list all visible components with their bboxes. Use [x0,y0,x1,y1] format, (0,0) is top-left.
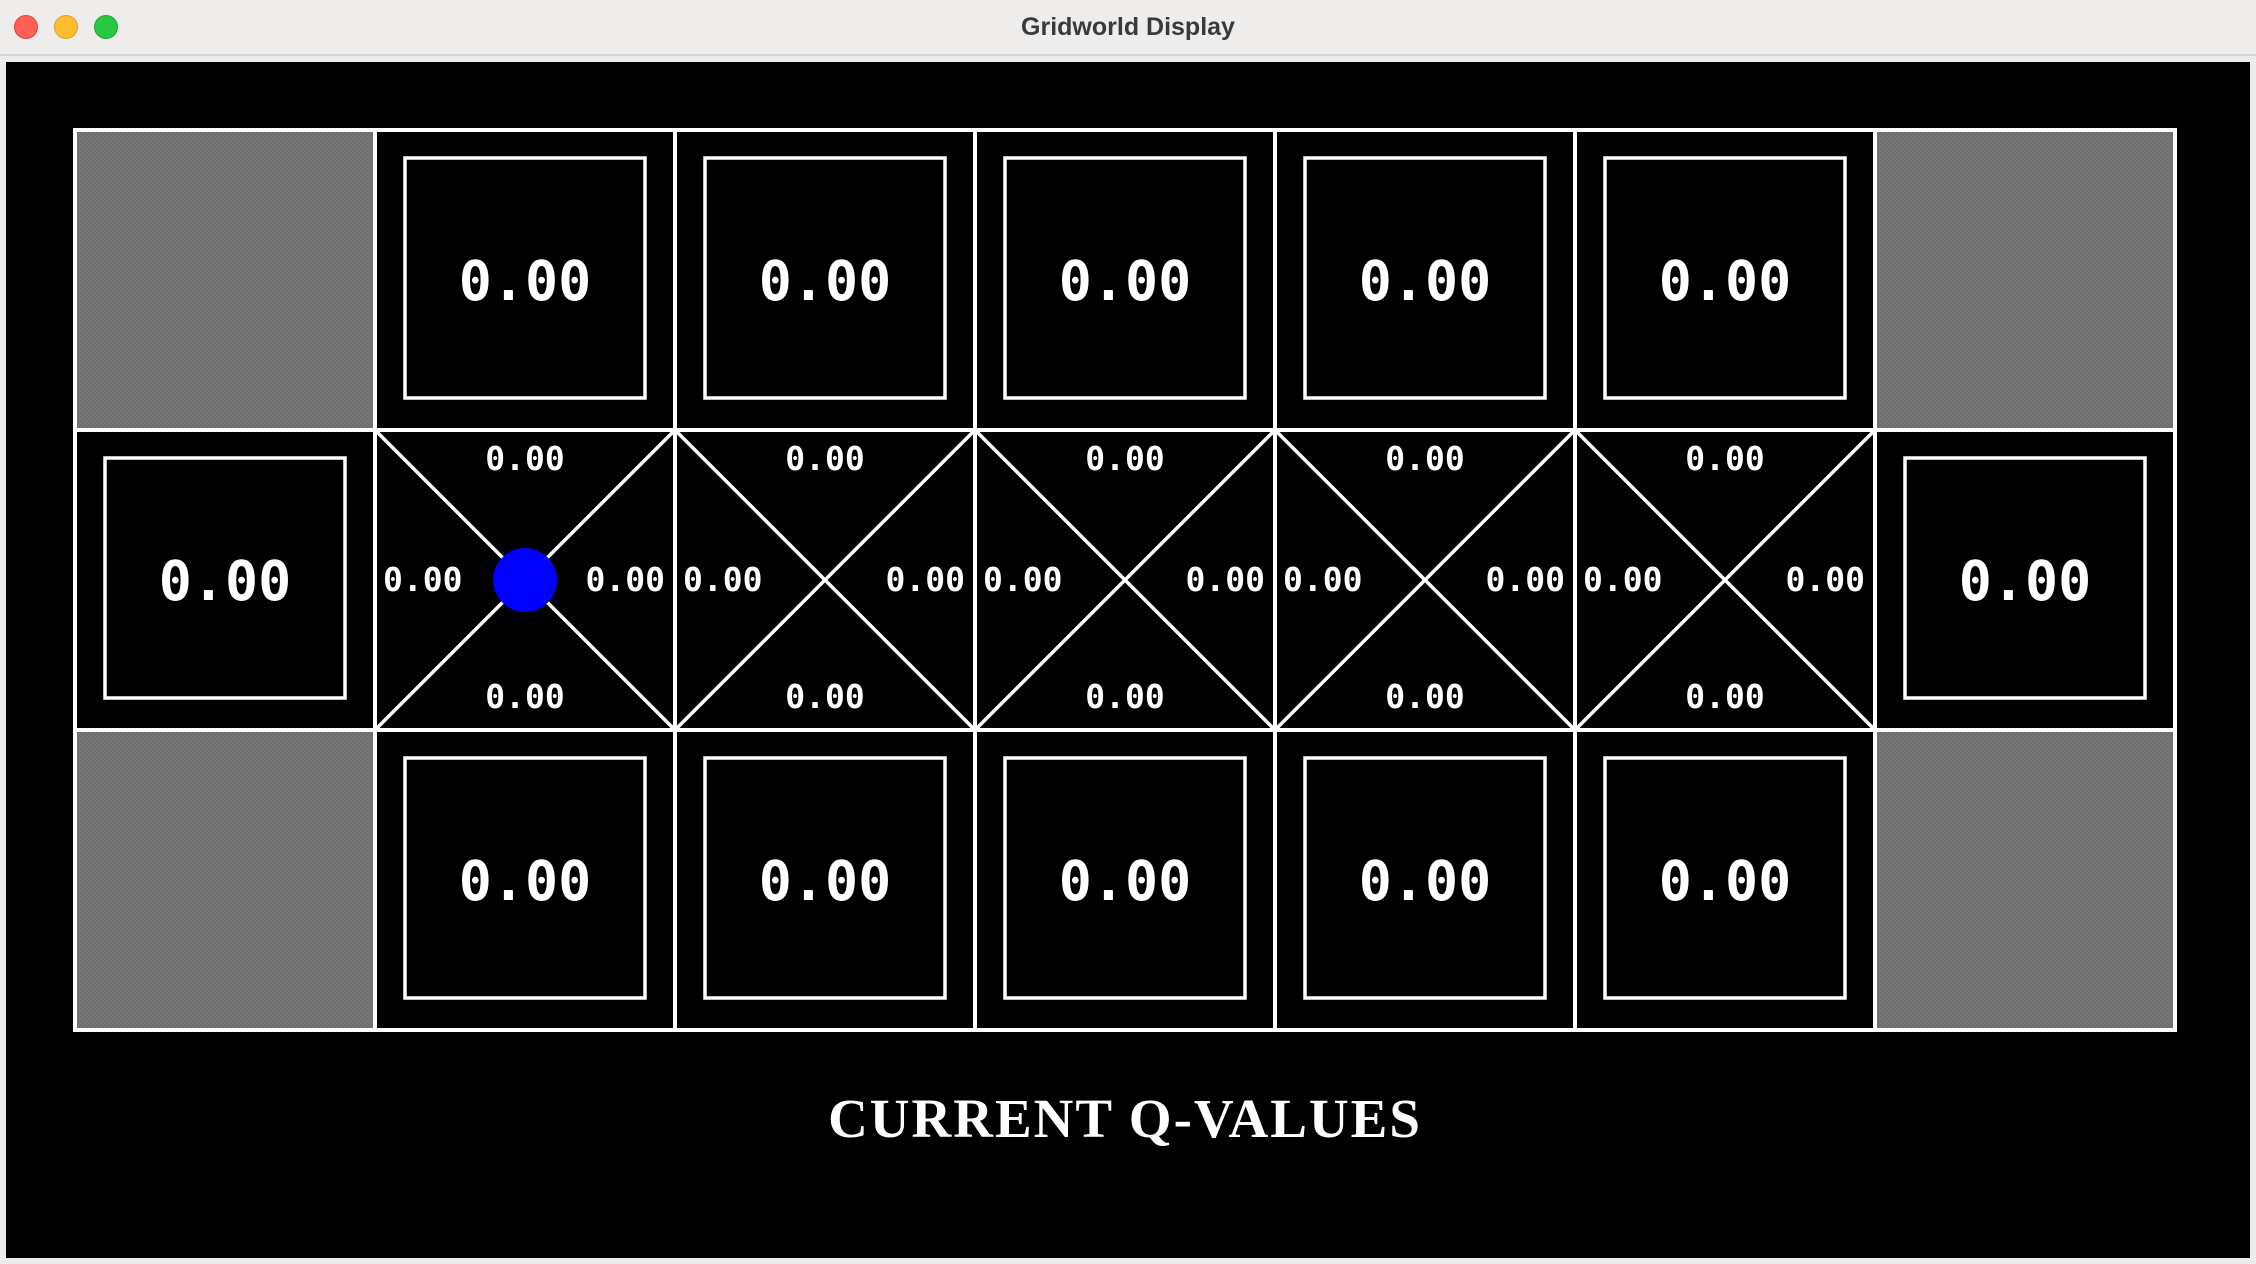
q-value-south: 0.00 [1085,677,1164,716]
q-value-south: 0.00 [485,677,564,716]
wall-cell [1873,128,2177,432]
q-value-north: 0.00 [1085,439,1164,478]
state-value-label: 0.00 [1359,249,1491,313]
state-value-label: 0.00 [759,249,891,313]
grid-cell-r0-c6 [1873,128,2177,432]
grid-cell-r1-c4: 0.00 0.00 0.00 0.00 [1273,428,1577,732]
q-value-north: 0.00 [1685,439,1764,478]
q-value-north: 0.00 [485,439,564,478]
grid-cell-r0-c0 [73,128,377,432]
state-value-label: 0.00 [1959,549,2091,613]
state-value-label: 0.00 [1059,249,1191,313]
grid-cell-r0-c5: 0.00 [1573,128,1877,432]
caption-current-q-values: CURRENT Q-VALUES [828,1088,1422,1149]
grid-cell-r1-c2: 0.00 0.00 0.00 0.00 [673,428,977,732]
q-value-west: 0.00 [1283,560,1362,599]
grid-cell-r0-c2: 0.00 [673,128,977,432]
state-value-label: 0.00 [1659,849,1791,913]
q-value-west: 0.00 [1583,560,1662,599]
grid-cell-r2-c6 [1873,728,2177,1032]
q-value-east: 0.00 [886,560,965,599]
grid-cell-r2-c3: 0.00 [973,728,1277,1032]
agent-marker [493,548,557,612]
grid-cell-r2-c5: 0.00 [1573,728,1877,1032]
q-value-west: 0.00 [383,560,462,599]
state-value-label: 0.00 [459,849,591,913]
grid-cell-r0-c1: 0.00 [373,128,677,432]
wall-cell [1873,728,2177,1032]
q-value-west: 0.00 [683,560,762,599]
state-value-label: 0.00 [159,549,291,613]
q-value-east: 0.00 [1786,560,1865,599]
q-value-south: 0.00 [785,677,864,716]
wall-cell [73,728,377,1032]
grid-cell-r2-c0 [73,728,377,1032]
q-value-south: 0.00 [1685,677,1764,716]
gridworld-board: 0.00 0.00 0.00 0.00 0.000.000.000.000.00 0.00… [73,128,2177,1149]
grid-cell-r0-c3: 0.00 [973,128,1277,432]
gridworld-canvas: 0.00 0.00 0.00 0.00 0.00 0.00 0.00 0.00 0.00 0.00… [6,62,2250,1258]
grid-cell-r1-c6: 0.00 [1873,428,2177,732]
state-value-label: 0.00 [1659,249,1791,313]
grid-cell-r0-c4: 0.00 [1273,128,1577,432]
q-value-north: 0.00 [785,439,864,478]
state-value-label: 0.00 [459,249,591,313]
q-value-south: 0.00 [1385,677,1464,716]
grid-cell-r2-c2: 0.00 [673,728,977,1032]
state-value-label: 0.00 [759,849,891,913]
grid-cell-r1-c1: 0.00 0.00 0.00 0.00 [373,428,677,732]
q-value-west: 0.00 [983,560,1062,599]
state-value-label: 0.00 [1359,849,1491,913]
grid-cell-r2-c1: 0.00 [373,728,677,1032]
gridworld-window: Gridworld Display 0.00 0.00 0.00 0.00 0.00 0.… [0,0,2256,1264]
grid-cell-r1-c5: 0.00 0.00 0.00 0.00 [1573,428,1877,732]
window-title: Gridworld Display [1021,13,1235,41]
grid-cell-r1-c0: 0.00 [73,428,377,732]
q-value-east: 0.00 [586,560,665,599]
state-value-label: 0.00 [1059,849,1191,913]
q-value-east: 0.00 [1186,560,1265,599]
title-bar: Gridworld Display [0,0,2256,56]
q-value-north: 0.00 [1385,439,1464,478]
q-value-east: 0.00 [1486,560,1565,599]
grid-cell-r2-c4: 0.00 [1273,728,1577,1032]
wall-cell [73,128,377,432]
grid-cell-r1-c3: 0.00 0.00 0.00 0.00 [973,428,1277,732]
